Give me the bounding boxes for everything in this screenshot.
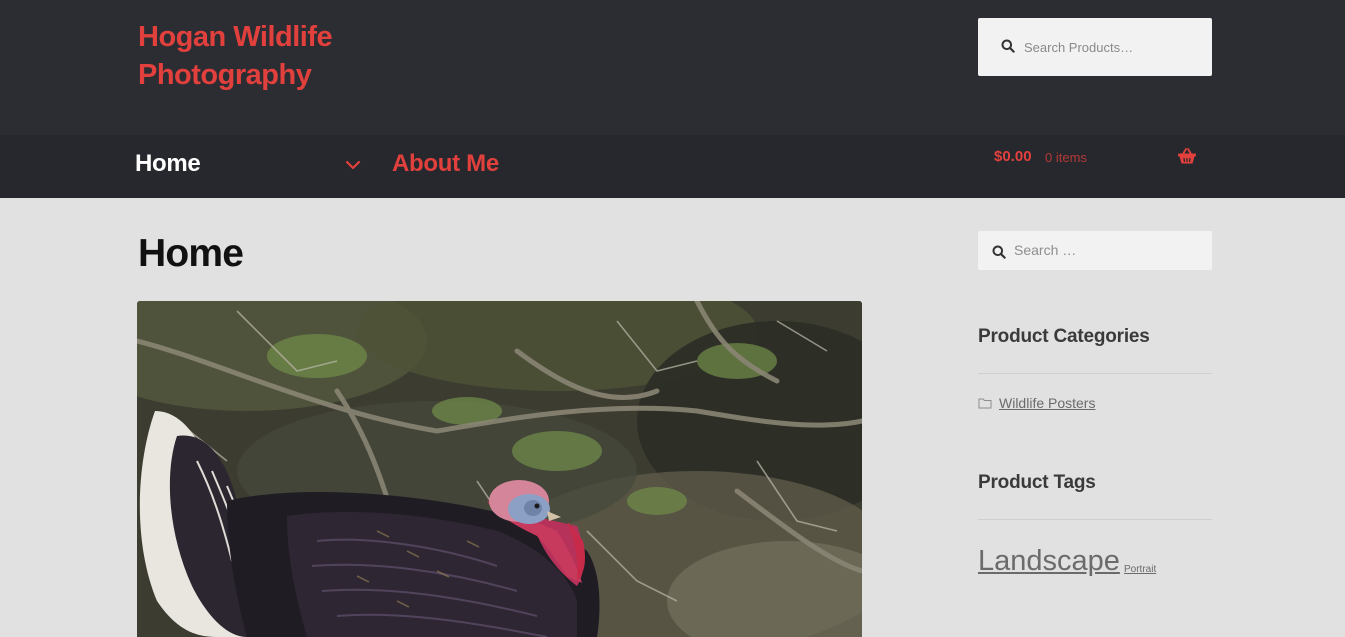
header-cart[interactable]: $0.00 0 items: [994, 146, 1199, 168]
search-icon: [992, 245, 1006, 259]
hero-image-turkey: [137, 301, 862, 637]
site-title-link[interactable]: Hogan Wildlife Photography: [138, 18, 378, 94]
product-categories-title: Product Categories: [978, 326, 1150, 347]
tag-link-portrait[interactable]: Portrait: [1124, 564, 1156, 575]
site-search-input[interactable]: [1014, 239, 1199, 261]
product-search-input[interactable]: [1024, 34, 1199, 60]
folder-icon: [978, 398, 992, 409]
chevron-down-icon[interactable]: [344, 158, 362, 172]
category-link-wildlife-posters[interactable]: Wildlife Posters: [999, 395, 1095, 411]
product-search-form[interactable]: [978, 18, 1212, 76]
page-title: Home: [138, 232, 244, 275]
hero-photo: [137, 301, 862, 637]
site-search-form[interactable]: [978, 231, 1212, 270]
basket-icon: [1178, 148, 1196, 164]
tag-link-landscape[interactable]: Landscape: [978, 545, 1120, 578]
nav-item-about-me[interactable]: About Me: [392, 150, 499, 178]
nav-item-home[interactable]: Home: [135, 150, 201, 178]
cart-amount: $0.00: [994, 148, 1032, 165]
cart-count: 0 items: [1045, 150, 1087, 165]
divider: [978, 373, 1212, 374]
product-tags-title: Product Tags: [978, 472, 1096, 493]
divider: [978, 519, 1212, 520]
search-icon: [1001, 39, 1015, 53]
